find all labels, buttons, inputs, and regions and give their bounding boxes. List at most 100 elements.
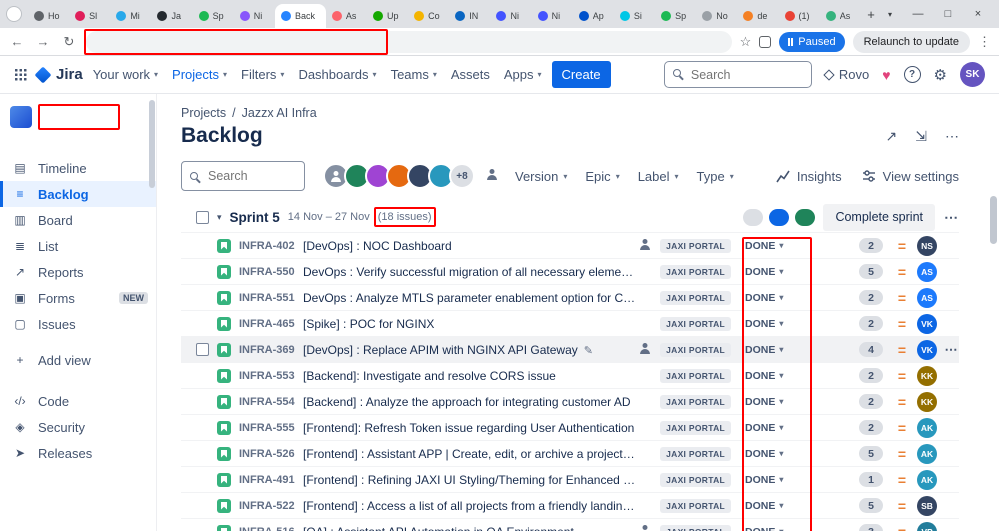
assignee-avatar[interactable]: VK bbox=[917, 314, 937, 334]
issue-status[interactable]: DONE ▾ bbox=[745, 474, 809, 486]
issue-summary[interactable]: [QA] : Assistant API Automation in QA En… bbox=[303, 525, 636, 531]
sidebar-item-board[interactable]: ▥ Board bbox=[0, 207, 156, 233]
issue-row[interactable]: INFRA-553 [Backend]: Investigate and res… bbox=[181, 362, 959, 388]
back-icon[interactable]: ← bbox=[8, 34, 26, 49]
assignee-avatar[interactable]: NS bbox=[917, 236, 937, 256]
sidebar-item-add-view[interactable]: + Add view bbox=[0, 347, 156, 373]
nav-item-dashboards[interactable]: Dashboards ▾ bbox=[298, 67, 376, 82]
sidebar-item-backlog[interactable]: ≡ Backlog bbox=[0, 181, 156, 207]
assignee-avatar[interactable]: KK bbox=[917, 366, 937, 386]
nav-item-your-work[interactable]: Your work ▾ bbox=[93, 67, 158, 82]
assignee-avatar[interactable]: VK bbox=[917, 340, 937, 360]
page-scrollbar[interactable] bbox=[990, 196, 997, 244]
sidebar-item-list[interactable]: ≣ List bbox=[0, 233, 156, 259]
filter-version[interactable]: Version ▾ bbox=[515, 169, 567, 184]
issue-row[interactable]: INFRA-491 [Frontend] : Refining JAXI UI … bbox=[181, 466, 959, 492]
issue-status[interactable]: DONE ▾ bbox=[745, 500, 809, 512]
sync-paused-badge[interactable]: Paused bbox=[779, 32, 844, 52]
breadcrumb-project-name[interactable]: Jazzx AI Infra bbox=[242, 106, 317, 120]
issue-more-menu-icon[interactable]: ⋯ bbox=[943, 342, 959, 358]
rovo-button[interactable]: Rovo bbox=[825, 67, 869, 82]
bookmark-star-icon[interactable]: ☆ bbox=[740, 34, 752, 50]
issue-summary[interactable]: [Frontend] : Assistant APP | Create, edi… bbox=[303, 447, 636, 461]
browser-tab[interactable]: Back bbox=[275, 4, 326, 28]
add-people-button[interactable] bbox=[487, 167, 497, 185]
nav-item-apps[interactable]: Apps ▾ bbox=[504, 67, 542, 82]
sidebar-item-reports[interactable]: ↗ Reports bbox=[0, 259, 156, 285]
filter-type[interactable]: Type ▾ bbox=[697, 169, 734, 184]
settings-icon[interactable]: ⚙ bbox=[934, 66, 947, 84]
browser-tab[interactable]: Ni bbox=[532, 4, 573, 28]
browser-tab[interactable]: Si bbox=[614, 4, 655, 28]
issue-status[interactable]: DONE ▾ bbox=[745, 396, 809, 408]
browser-tab[interactable]: (1) bbox=[779, 4, 820, 28]
issue-status[interactable]: DONE ▾ bbox=[745, 344, 809, 356]
assignee-avatar[interactable]: AS bbox=[917, 288, 937, 308]
sidebar-item-issues[interactable]: ▢ Issues bbox=[0, 311, 156, 337]
insights-button[interactable]: Insights bbox=[776, 169, 842, 184]
reload-icon[interactable]: ↻ bbox=[60, 34, 78, 50]
team-icon[interactable] bbox=[636, 237, 654, 255]
minimize-icon[interactable]: — bbox=[903, 0, 933, 28]
board-search-input[interactable] bbox=[181, 161, 305, 191]
issue-summary[interactable]: [DevOps] : Replace APIM with NGINX API G… bbox=[303, 343, 636, 357]
issue-status[interactable]: DONE ▾ bbox=[745, 266, 809, 278]
assignee-avatar[interactable]: AS bbox=[917, 262, 937, 282]
close-icon[interactable]: × bbox=[963, 0, 993, 28]
issue-row[interactable]: INFRA-522 [Frontend] : Access a list of … bbox=[181, 492, 959, 518]
browser-tab[interactable]: Ja bbox=[151, 4, 192, 28]
sidebar-item-security[interactable]: ◈ Security bbox=[0, 414, 156, 440]
nav-search-input[interactable] bbox=[664, 61, 812, 88]
assignee-avatar[interactable]: VP bbox=[917, 522, 937, 531]
issue-summary[interactable]: [Backend] : Analyze the approach for int… bbox=[303, 395, 636, 409]
sidebar-item-timeline[interactable]: ▤ Timeline bbox=[0, 155, 156, 181]
issue-status[interactable]: DONE ▾ bbox=[745, 422, 809, 434]
new-tab-button[interactable]: + bbox=[861, 7, 881, 22]
board-more-menu-icon[interactable]: ⋯ bbox=[945, 128, 959, 145]
complete-sprint-button[interactable]: Complete sprint bbox=[823, 204, 935, 231]
issue-status[interactable]: DONE ▾ bbox=[745, 292, 809, 304]
browser-tab[interactable]: Ni bbox=[490, 4, 531, 28]
issue-checkbox[interactable] bbox=[196, 343, 209, 356]
filter-epic[interactable]: Epic ▾ bbox=[585, 169, 619, 184]
issue-summary[interactable]: [Backend]: Investigate and resolve CORS … bbox=[303, 369, 636, 383]
browser-profile-icon[interactable] bbox=[6, 6, 22, 22]
issue-status[interactable]: DONE ▾ bbox=[745, 526, 809, 531]
create-button[interactable]: Create bbox=[552, 61, 611, 88]
browser-tab[interactable]: Ni bbox=[234, 4, 275, 28]
browser-tab[interactable]: Sl bbox=[69, 4, 110, 28]
sprint-name[interactable]: Sprint 5 bbox=[230, 210, 280, 225]
avatar-overflow[interactable]: +8 bbox=[449, 163, 475, 189]
jira-logo[interactable]: Jira bbox=[37, 66, 83, 83]
view-settings-button[interactable]: View settings bbox=[862, 169, 959, 184]
assignee-avatar[interactable]: AK bbox=[917, 444, 937, 464]
sprint-more-menu-icon[interactable]: ⋯ bbox=[943, 209, 959, 226]
sprint-collapse-chevron-icon[interactable]: ▾ bbox=[217, 212, 222, 223]
sprint-select-checkbox[interactable] bbox=[196, 211, 209, 224]
team-icon[interactable] bbox=[636, 523, 654, 531]
issue-status[interactable]: DONE ▾ bbox=[745, 318, 809, 330]
tab-search-icon[interactable]: ▾ bbox=[881, 10, 899, 19]
issue-summary[interactable]: [Spike] : POC for NGINX✎ bbox=[303, 317, 636, 331]
browser-tab[interactable]: Up bbox=[367, 4, 408, 28]
help-icon[interactable]: ? bbox=[904, 66, 921, 83]
share-icon[interactable]: ↗ bbox=[886, 128, 898, 145]
issue-row[interactable]: INFRA-526 [Frontend] : Assistant APP | C… bbox=[181, 440, 959, 466]
browser-tab[interactable]: No bbox=[696, 4, 737, 28]
filter-label[interactable]: Label ▾ bbox=[638, 169, 679, 184]
issue-row[interactable]: INFRA-369 [DevOps] : Replace APIM with N… bbox=[181, 336, 959, 362]
breadcrumb-projects[interactable]: Projects bbox=[181, 106, 226, 120]
issue-summary[interactable]: [Frontend] : Refining JAXI UI Styling/Th… bbox=[303, 473, 636, 487]
sidebar-item-releases[interactable]: ➤ Releases bbox=[0, 440, 156, 466]
assignee-avatar[interactable]: SB bbox=[917, 496, 937, 516]
issue-summary[interactable]: DevOps : Analyze MTLS parameter enableme… bbox=[303, 291, 636, 305]
browser-tab[interactable]: Sp bbox=[655, 4, 696, 28]
relaunch-to-update-button[interactable]: Relaunch to update bbox=[853, 31, 970, 53]
browser-tab[interactable]: Mi bbox=[110, 4, 151, 28]
team-icon[interactable] bbox=[636, 341, 654, 359]
assignee-avatar[interactable]: KK bbox=[917, 392, 937, 412]
notifications-icon[interactable]: ♥ bbox=[882, 67, 890, 83]
browser-tab[interactable]: Ap bbox=[573, 4, 614, 28]
maximize-icon[interactable]: □ bbox=[933, 0, 963, 28]
issue-summary[interactable]: DevOps : Verify successful migration of … bbox=[303, 265, 636, 279]
